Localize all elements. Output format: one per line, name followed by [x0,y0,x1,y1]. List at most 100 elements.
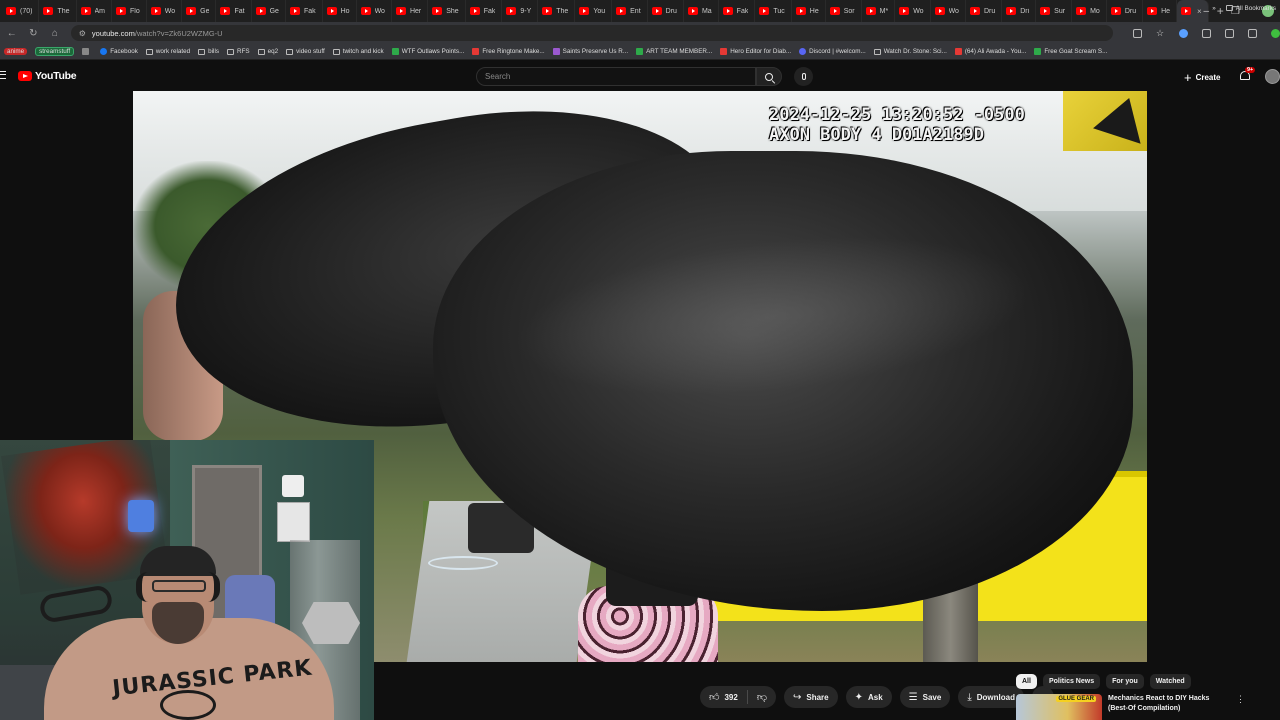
back-icon[interactable]: ← [6,28,18,39]
site-info-icon[interactable]: ⚙ [79,29,86,38]
bookmark-item[interactable]: bills [198,48,219,55]
filter-chip[interactable]: For you [1106,674,1144,689]
folder-icon [1225,5,1233,11]
voice-search-button[interactable] [794,67,813,86]
filter-chip[interactable]: Politics News [1042,674,1101,689]
browser-tab[interactable]: Sur [1036,0,1073,22]
browser-tab[interactable]: Ho [323,0,357,22]
browser-tab[interactable]: Wo [895,0,931,22]
filter-chip[interactable]: All [1016,674,1037,689]
browser-tab[interactable]: Fak [286,0,323,22]
like-button[interactable]: 👍︎ 392 [700,686,747,708]
create-button[interactable]: + Create [1180,68,1225,86]
download-button[interactable]: ⤓ Download [958,686,1024,708]
browser-tab[interactable]: Dru [648,0,684,22]
bookmark-item[interactable]: (64) Ali Awada - You... [954,48,1026,55]
browser-tab[interactable]: Dru [966,0,1003,22]
tab-strip: (70) The Am Flo Wo Ge Fat Ge Fak Ho Wo Her She Fak 9-Y… [0,0,1280,22]
browser-tab[interactable]: Wo [147,0,183,22]
ask-button[interactable]: ✦ Ask [845,686,892,708]
browser-tab[interactable]: He [792,0,826,22]
browser-tab[interactable]: Dru [1107,0,1144,22]
bookmark-item[interactable]: anime [4,48,28,55]
reload-icon[interactable]: ↻ [28,28,40,39]
bookmark-item[interactable]: streamstuff [35,47,75,56]
browser-tab[interactable]: Sor [826,0,862,22]
suggested-menu-icon[interactable]: ⋮ [1236,694,1245,720]
browser-tab[interactable]: Mo [1072,0,1107,22]
browser-tab[interactable]: Ent [612,0,648,22]
youtube-favicon-icon [865,7,876,15]
bookmarks-overflow-button[interactable]: » [1212,5,1216,12]
filter-chip[interactable]: Watched [1149,674,1191,689]
tab-label: Fat [234,7,245,15]
browser-tab[interactable]: Wo [931,0,966,22]
bookmark-item[interactable]: work related [145,48,190,55]
search-input[interactable]: Search [476,67,756,86]
bookmark-item[interactable]: RFS [227,48,250,55]
save-button[interactable]: ☰ Save [899,686,951,708]
bookmark-item[interactable] [82,48,92,55]
hamburger-menu-icon[interactable] [0,71,6,79]
puzzle-extensions-icon[interactable] [1202,28,1211,38]
browser-tab[interactable]: He [1143,0,1178,22]
suggested-video[interactable]: GLUE GEAR Mechanics React to DIY Hacks (… [1016,694,1280,720]
browser-tab[interactable]: Ma [684,0,719,22]
browser-tab[interactable]: The [538,0,576,22]
browser-tab[interactable]: (70) [2,0,40,22]
browser-tab[interactable]: The [39,0,77,22]
home-icon[interactable]: ⌂ [49,28,61,39]
bookmark-item[interactable]: video stuff [286,48,325,55]
browser-tab[interactable]: M* [862,0,896,22]
browser-tab[interactable]: Her [392,0,429,22]
tab-label: 9-Y [520,7,532,15]
bookmark-label: WTF Outlaws Points... [401,48,465,55]
browser-tab[interactable]: Fak [466,0,503,22]
browser-tab[interactable]: Ge [252,0,286,22]
address-bar[interactable]: ⚙ youtube.com/watch?v=Zk6U2WZMG-U [70,25,1113,41]
bookmark-item[interactable]: Discord | #welcom... [799,48,866,55]
bookmark-star-icon[interactable]: ☆ [1156,28,1165,38]
browser-tab[interactable]: Flo [112,0,147,22]
bookmark-item[interactable]: Watch Dr. Stone: Sci... [873,48,947,55]
youtube-logo[interactable]: YouTube [18,70,77,82]
bookmark-item[interactable]: WTF Outlaws Points... [391,48,465,55]
bookmark-item[interactable]: Hero Editor for Diab... [720,48,791,55]
minimize-button[interactable]: – [1203,6,1209,17]
tab-label: He [1161,7,1171,15]
bookmark-item[interactable]: Saints Preserve Us R... [552,48,628,55]
browser-tab[interactable]: Am [77,0,113,22]
suggested-title[interactable]: Mechanics React to DIY Hacks (Best-Of Co… [1108,694,1228,720]
share-button[interactable]: ↪ Share [783,686,838,708]
bookmark-item[interactable]: eq2 [257,48,278,55]
bookmark-item[interactable]: ART TEAM MEMBER... [636,48,712,55]
youtube-favicon-icon [1181,7,1192,15]
browser-tab[interactable]: Fak [719,0,756,22]
suggested-thumbnail[interactable]: GLUE GEAR [1016,694,1102,720]
browser-tab[interactable]: You [575,0,613,22]
bookmark-favicon-icon [954,48,962,55]
search-button[interactable] [756,67,782,86]
bookmark-item[interactable]: Free Goat Scream S... [1034,48,1107,55]
close-tab-icon[interactable]: × [1197,7,1202,16]
bookmark-item[interactable]: Free Ringtone Make... [472,48,545,55]
browser-tab[interactable]: Fat [216,0,252,22]
browser-tab[interactable]: Ge [182,0,217,22]
menu-icon[interactable] [1248,28,1257,38]
tab-label: Fak [303,7,316,15]
account-avatar[interactable] [1265,69,1280,84]
extension-icon[interactable] [1179,28,1188,38]
bookmark-item[interactable]: Facebook [100,48,138,55]
sidepanel-icon[interactable] [1225,28,1234,38]
browser-tab[interactable]: She [428,0,466,22]
bookmark-item[interactable]: twitch and kick [332,48,384,55]
cast-icon[interactable] [1133,28,1142,38]
profile-avatar-icon[interactable] [1271,28,1280,38]
all-bookmarks-button[interactable]: All Bookmarks [1225,5,1276,12]
dislike-button[interactable]: 👎︎ [748,686,776,708]
browser-tab[interactable]: 9-Y [502,0,539,22]
browser-tab[interactable]: Tuc [755,0,792,22]
browser-tab[interactable]: Wo [357,0,392,22]
notifications-button[interactable]: 9+ [1239,67,1256,82]
browser-tab[interactable]: Dri [1002,0,1037,22]
